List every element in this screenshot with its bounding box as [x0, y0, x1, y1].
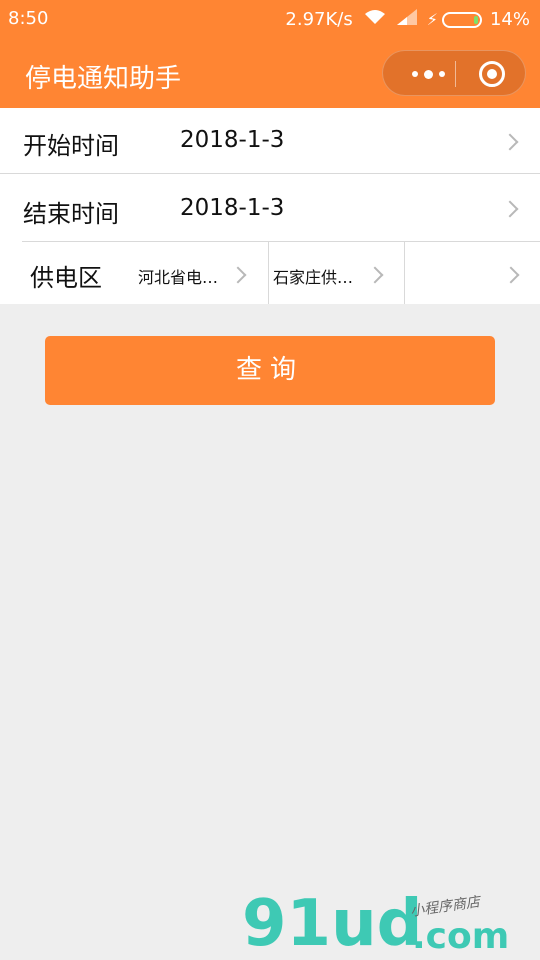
mini-program-capsule [382, 50, 526, 96]
chevron-right-icon [501, 200, 519, 218]
page-title: 停电通知助手 [25, 64, 182, 94]
nav-bar: 停电通知助手 [0, 38, 540, 108]
start-time-value: 2018-1-3 [180, 127, 285, 153]
chevron-right-icon [366, 266, 384, 284]
watermark-domain: .com [412, 916, 510, 957]
start-time-label: 开始时间 [23, 132, 119, 160]
charging-bolt-icon: ⚡ [426, 10, 438, 29]
signal-icon [395, 9, 419, 30]
watermark-logo: 91ud 小程序商店 .com [240, 888, 540, 960]
capsule-divider [455, 61, 456, 87]
end-time-label: 结束时间 [23, 200, 119, 228]
divider [0, 173, 540, 174]
battery-fill [473, 15, 478, 24]
battery-icon [441, 11, 482, 28]
chevron-right-icon [229, 266, 247, 284]
status-bar: 8:50 2.97K/s ⚡ 14% [0, 0, 540, 38]
region-option-province: 河北省电… [138, 268, 219, 287]
wifi-icon [363, 8, 387, 31]
more-dots-icon[interactable] [403, 51, 453, 97]
region-label: 供电区 [30, 264, 102, 292]
query-button[interactable]: 查询 [45, 336, 495, 405]
start-time-row[interactable]: 开始时间 2018-1-3 [0, 108, 540, 174]
end-time-value: 2018-1-3 [180, 195, 285, 221]
watermark-brand: 91ud [242, 887, 423, 960]
status-time: 8:50 [8, 8, 49, 29]
app-header: 8:50 2.97K/s ⚡ 14% 停电通知助手 [0, 0, 540, 108]
region-option-city: 石家庄供… [273, 268, 354, 287]
region-row: 供电区 河北省电… 石家庄供… [0, 242, 540, 304]
battery-percent: 14% [489, 9, 530, 30]
end-time-row[interactable]: 结束时间 2018-1-3 [0, 176, 540, 242]
region-picker-province[interactable]: 河北省电… [130, 242, 268, 304]
status-right: 2.97K/s ⚡ 14% [285, 8, 530, 31]
chevron-right-icon [501, 133, 519, 151]
query-form: 开始时间 2018-1-3 结束时间 2018-1-3 供电区 河北省电… 石家… [0, 108, 540, 304]
chevron-right-icon [502, 266, 520, 284]
network-speed: 2.97K/s [285, 9, 353, 30]
target-circle-icon[interactable] [479, 61, 505, 87]
region-picker-district[interactable] [405, 242, 540, 304]
region-picker-city[interactable]: 石家庄供… [269, 242, 404, 304]
